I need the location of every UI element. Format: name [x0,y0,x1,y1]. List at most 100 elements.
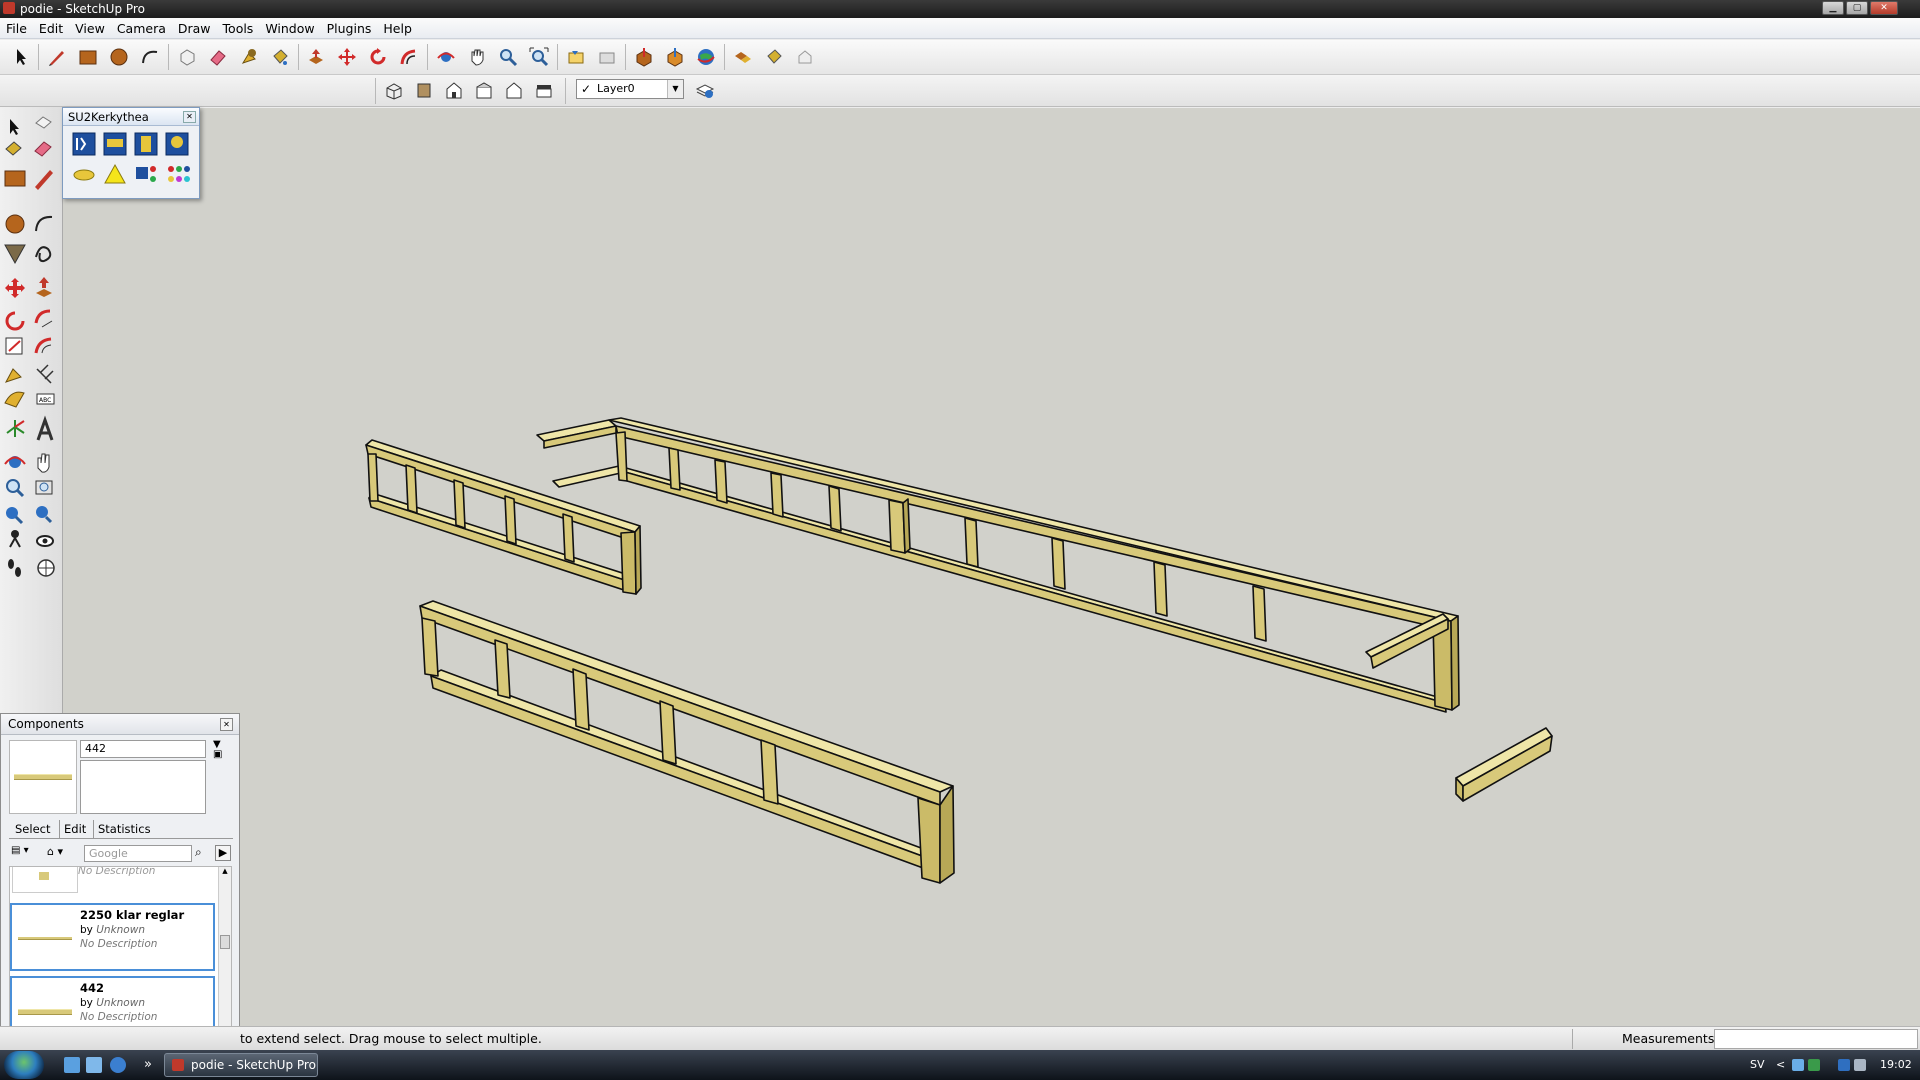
insert-light-icon[interactable] [73,169,95,181]
tray-expand-icon[interactable]: < [1776,1050,1785,1080]
share-model-icon[interactable] [662,44,688,70]
component-description-field[interactable] [80,760,206,814]
measurements-input[interactable] [1714,1029,1918,1049]
list-item[interactable]: 2250 klar reglar by Unknown No Descripti… [10,903,215,971]
navigate-forward-icon[interactable]: ▶ [215,845,231,861]
pencil-tool-icon[interactable] [35,170,53,190]
rectangle-tool-icon[interactable] [75,44,101,70]
follow-me-icon[interactable] [396,44,422,70]
make-component-icon[interactable] [174,44,200,70]
search-icon[interactable]: ⌕ [195,845,211,861]
pencil-tool-icon[interactable] [44,44,70,70]
close-icon[interactable]: ✕ [220,718,233,731]
select-tool-icon[interactable] [8,44,34,70]
orbit-tool-icon[interactable] [4,456,26,468]
right-view-icon[interactable] [471,77,497,103]
rotate-tool-icon[interactable] [365,44,391,70]
left-view-icon[interactable] [531,77,557,103]
render-settings-icon[interactable] [165,132,189,156]
close-icon[interactable]: ✕ [183,111,196,123]
tray-app-icon[interactable] [1838,1059,1850,1071]
push-pull-icon[interactable] [36,277,52,297]
language-indicator[interactable]: SV [1750,1050,1765,1080]
arc-tool-icon[interactable] [137,44,163,70]
wall-frame-model[interactable] [63,108,1920,1026]
start-button[interactable] [4,1051,44,1079]
paint-bucket-icon[interactable] [5,141,22,156]
menu-camera[interactable]: Camera [111,18,172,39]
tape-measure-icon[interactable] [4,368,22,383]
loose-stud[interactable] [1455,727,1553,802]
make-component-icon[interactable] [35,116,52,129]
network-icon[interactable] [1792,1059,1804,1071]
tab-statistics[interactable]: Statistics [93,820,151,838]
walk-tool-icon[interactable] [8,559,21,577]
circle-tool-icon[interactable] [106,44,132,70]
move-tool-icon[interactable] [5,278,25,298]
orbit-tool-icon[interactable] [433,44,459,70]
tape-measure-icon[interactable] [236,44,262,70]
dimension-tool-icon[interactable] [36,364,54,384]
pan-tool-icon[interactable] [37,453,50,473]
previous-view-icon[interactable] [6,507,24,525]
rectangle-tool-icon[interactable] [4,170,26,187]
zoom-tool-icon[interactable] [495,44,521,70]
back-view-icon[interactable] [501,77,527,103]
internet-explorer-icon[interactable] [110,1057,126,1073]
next-view-icon[interactable] [594,44,620,70]
position-camera-icon[interactable] [9,530,21,548]
tray-app-icon[interactable] [1808,1059,1820,1071]
menu-plugins[interactable]: Plugins [321,18,378,39]
volume-icon[interactable] [1854,1059,1866,1071]
menu-draw[interactable]: Draw [172,18,217,39]
scale-tool-icon[interactable] [5,337,23,355]
section-plane-icon[interactable] [37,559,55,577]
select-tool-icon[interactable] [10,119,19,135]
circle-tool-icon[interactable] [5,214,25,234]
close-button[interactable]: ✕ [1870,1,1898,15]
pan-tool-icon[interactable] [464,44,490,70]
display-options-icon[interactable]: ▼ ▣ [213,740,227,760]
follow-me-icon[interactable] [34,309,53,328]
materials-window-icon[interactable] [761,44,787,70]
menu-view[interactable]: View [69,18,111,39]
axes-tool-icon[interactable] [6,420,25,437]
wall-frame-front[interactable] [419,600,955,884]
clock[interactable]: 19:02 [1880,1050,1912,1080]
tab-edit[interactable]: Edit [59,820,86,838]
arc-tool-icon[interactable] [35,215,53,232]
eraser-tool-icon[interactable] [34,141,52,157]
scroll-up-icon[interactable]: ▲ [219,867,231,879]
front-view-icon[interactable] [441,77,467,103]
protractor-tool-icon[interactable] [4,391,25,408]
minimize-button[interactable]: ▁ [1822,1,1844,15]
scrollbar-thumb[interactable] [220,935,230,949]
show-desktop-icon[interactable] [64,1057,80,1073]
menu-edit[interactable]: Edit [33,18,69,39]
text-tool-icon[interactable]: ABC [36,393,55,405]
wall-frame-left[interactable] [365,439,642,595]
layer-manager-icon[interactable] [692,77,718,103]
offset-tool-icon[interactable] [34,337,52,354]
styles-window-icon[interactable] [792,44,818,70]
top-view-icon[interactable] [411,77,437,103]
layer-dropdown[interactable]: ✓ Layer0 ▼ [576,79,684,99]
home-icon[interactable]: ⌂ ▾ [47,845,77,861]
move-tool-icon[interactable] [334,44,360,70]
zoom-extents-icon[interactable] [36,506,53,524]
previous-view-icon[interactable] [563,44,589,70]
chevron-down-icon[interactable]: ▼ [667,80,683,98]
look-around-icon[interactable] [36,535,54,547]
model-viewport[interactable] [63,108,1920,1026]
eraser-tool-icon[interactable] [205,44,231,70]
quicklaunch-more-icon[interactable]: » [144,1050,152,1080]
paint-bucket-icon[interactable] [267,44,293,70]
tab-select[interactable]: Select [15,820,50,838]
google-earth-icon[interactable] [693,44,719,70]
wall-frame-back[interactable] [536,417,1460,713]
freehand-tool-icon[interactable] [35,246,52,263]
view-options-icon[interactable]: ▤ ▾ [11,845,43,861]
3d-text-tool-icon[interactable] [36,415,54,441]
zoom-window-icon[interactable] [35,480,53,495]
taskbar-button-sketchup[interactable]: podie - SketchUp Pro [164,1053,318,1077]
